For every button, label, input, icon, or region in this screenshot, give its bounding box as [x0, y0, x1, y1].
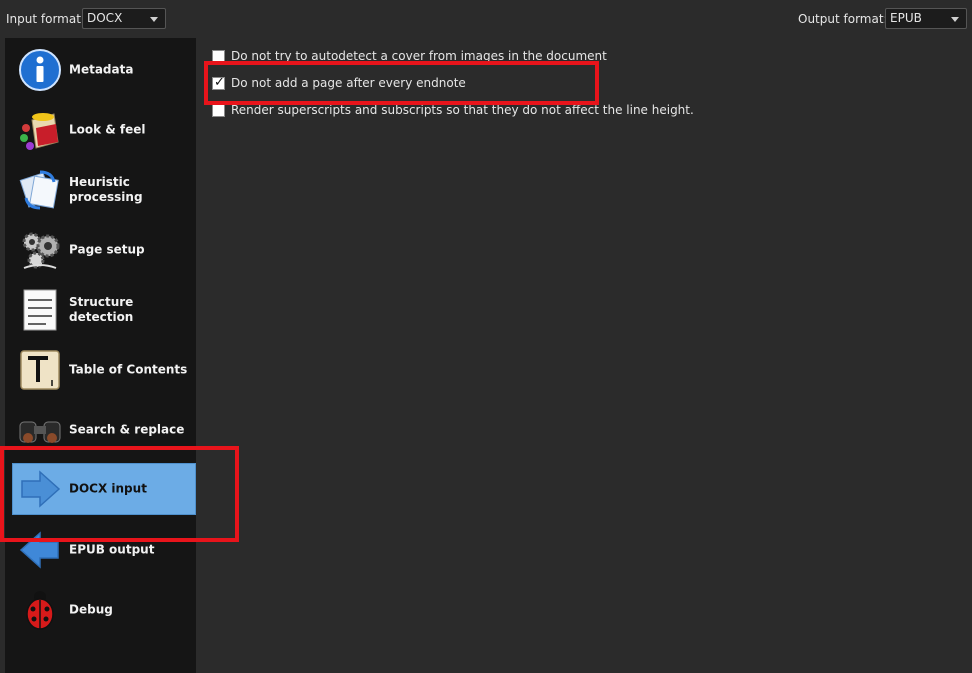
checkbox-render-superscripts[interactable] — [212, 104, 225, 117]
input-format-value: DOCX — [87, 11, 123, 25]
sidebar-item-label: Structure detection — [69, 295, 134, 324]
sidebar-item-label: Table of Contents — [69, 362, 188, 377]
ladybug-icon — [26, 591, 54, 630]
sidebar-item-label: Heuristic processing — [69, 175, 143, 204]
sidebar-item-label: EPUB output — [69, 542, 155, 557]
sidebar-item-look-and-feel[interactable]: Look & feel — [12, 104, 196, 156]
format-toolbar: Input format: DOCX Output format: EPUB — [0, 0, 972, 38]
input-format-select[interactable]: DOCX — [82, 8, 166, 29]
output-format-value: EPUB — [890, 11, 922, 25]
sidebar-item-label: Page setup — [69, 242, 145, 257]
output-format-label: Output format: — [798, 12, 888, 26]
sidebar-item-label: Search & replace — [69, 422, 185, 437]
highlight-box-docx-input — [0, 446, 239, 542]
sidebar-item-table-of-contents[interactable]: Table of Contents — [12, 344, 196, 396]
sidebar-item-label: Debug — [69, 602, 113, 617]
letter-tile-icon — [20, 350, 60, 390]
sidebar-item-label: Metadata — [69, 62, 134, 77]
highlight-box-endnote-option — [204, 61, 599, 105]
sidebar-item-metadata[interactable]: Metadata — [12, 44, 196, 96]
output-format-select[interactable]: EPUB — [885, 8, 967, 29]
option-label: Render superscripts and subscripts so th… — [231, 103, 694, 117]
sidebar-item-debug[interactable]: Debug — [12, 584, 196, 636]
gears-icon — [22, 232, 60, 269]
sidebar-item-page-setup[interactable]: Page setup — [12, 224, 196, 276]
heuristic-icon — [19, 170, 59, 210]
chevron-down-icon — [951, 17, 959, 22]
sidebar: Metadata Look & feel Heuristic processin… — [5, 38, 196, 673]
chevron-down-icon — [150, 17, 158, 22]
document-lines-icon — [23, 289, 57, 331]
info-icon — [19, 49, 61, 91]
sidebar-item-structure-detection[interactable]: Structure detection — [12, 284, 196, 336]
paint-bucket-icon — [20, 113, 59, 150]
input-format-label: Input format: — [6, 12, 85, 26]
sidebar-item-label: Look & feel — [69, 122, 146, 137]
sidebar-item-heuristic-processing[interactable]: Heuristic processing — [12, 164, 196, 216]
